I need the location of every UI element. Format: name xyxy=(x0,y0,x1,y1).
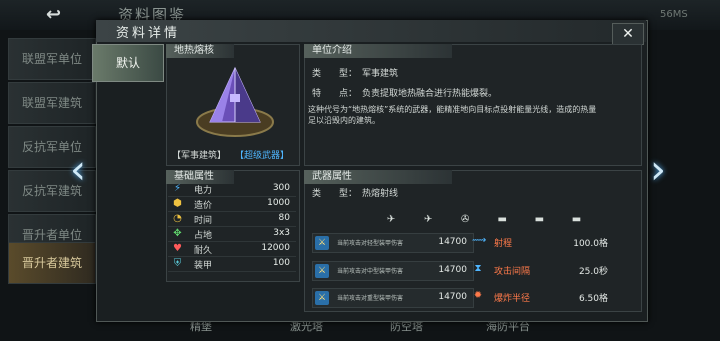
weapon-stat-range: ⟿ 射程 100.0格 xyxy=(472,233,612,251)
stat-row-armor: ⛨ 装甲 100 xyxy=(168,257,296,272)
nav-item-ascended-buildings[interactable]: 晋升者建筑 xyxy=(8,242,96,284)
damage-label: 当前攻击对重型装甲伤害 xyxy=(337,295,404,302)
stat-value: 80 xyxy=(278,213,290,223)
unit-name: 地热熔核 xyxy=(166,44,234,58)
damage-row-heavy: ⚔ 当前攻击对重型装甲伤害 14700 xyxy=(312,288,474,308)
hourglass-icon: ⧗ xyxy=(474,263,482,274)
shield-icon: ⛨ xyxy=(173,258,182,269)
weapon-type-value: 热熔射线 xyxy=(362,189,399,199)
bomber-icon: ✈ xyxy=(423,214,433,225)
feature-label: 特 点： xyxy=(312,89,358,99)
stat-value: 12000 xyxy=(261,243,290,253)
tag-superweapon: 【超级武器】 xyxy=(235,151,290,161)
lightning-icon: ⚡ xyxy=(173,183,182,194)
stat-row-cost: ⬢ 造价 1000 xyxy=(168,197,296,212)
weapon-stat-label: 射程 xyxy=(494,239,513,249)
damage-value: 14700 xyxy=(438,237,467,247)
stat-value: 100 xyxy=(272,258,290,268)
heart-icon: ♥ xyxy=(173,243,182,254)
stat-value: 300 xyxy=(272,183,290,193)
shield-damage-icon: ⚔ xyxy=(315,264,329,278)
stat-row-power: ⚡ 电力 300 xyxy=(168,182,296,197)
back-button[interactable]: ↩ xyxy=(46,4,80,26)
stat-label: 耐久 xyxy=(194,246,213,256)
stat-row-time: ◔ 时间 80 xyxy=(168,212,296,227)
stat-row-footprint: ✥ 占地 3x3 xyxy=(168,227,296,242)
stat-label: 时间 xyxy=(194,216,213,226)
weapon-header: 武器属性 xyxy=(304,170,452,184)
weapon-stat-radius: ✹ 爆炸半径 6.50格 xyxy=(472,288,612,306)
weapon-stat-label: 攻击间隔 xyxy=(494,267,531,277)
stat-value: 1000 xyxy=(267,198,290,208)
shield-damage-icon: ⚔ xyxy=(315,236,329,250)
stat-label: 造价 xyxy=(194,201,213,211)
intro-header: 单位介绍 xyxy=(304,44,452,58)
target-types: ✈ ✈ ✇ ▬ ▬ ▬ xyxy=(380,207,597,226)
unit-portrait xyxy=(196,66,274,137)
stat-label: 电力 xyxy=(194,186,213,196)
nav-item-alliance-units[interactable]: 联盟军单位 xyxy=(8,38,96,80)
tab-default[interactable]: 默认 xyxy=(92,44,164,82)
type-label: 类 型： xyxy=(312,69,358,79)
panel-title: 资料详情 xyxy=(116,26,181,41)
stat-label: 占地 xyxy=(194,231,213,241)
stat-label: 装甲 xyxy=(194,261,213,271)
coin-icon: ⬢ xyxy=(173,198,182,209)
stat-value: 3x3 xyxy=(273,228,290,238)
damage-row-light: ⚔ 当前攻击对轻型装甲伤害 14700 xyxy=(312,233,474,253)
close-button[interactable]: ✕ xyxy=(612,23,644,45)
description-line-1: 这种代号为“地热熔核”系统的武器，能精准地向目标点投射能量光线，造成的热量 xyxy=(308,105,597,114)
helicopter-icon: ✇ xyxy=(460,214,470,225)
grid-icon: ✥ xyxy=(173,228,182,239)
weapon-stat-interval: ⧗ 攻击间隔 25.0秒 xyxy=(472,261,612,279)
weapon-stat-label: 爆炸半径 xyxy=(494,294,531,304)
stat-row-durability: ♥ 耐久 12000 xyxy=(168,242,296,257)
weapon-stat-value: 100.0格 xyxy=(573,239,608,249)
explosion-icon: ✹ xyxy=(473,290,483,301)
ship-icon: ▬ xyxy=(534,214,545,225)
submarine-icon: ▬ xyxy=(571,214,582,225)
description-line-2: 足以沿毁内的建筑。 xyxy=(308,116,380,125)
fighter-jet-icon: ✈ xyxy=(386,214,396,225)
damage-label: 当前攻击对中型装甲伤害 xyxy=(337,268,404,275)
damage-value: 14700 xyxy=(438,265,467,275)
weapon-stat-value: 6.50格 xyxy=(578,294,608,304)
damage-label: 当前攻击对轻型装甲伤害 xyxy=(337,240,404,247)
damage-row-medium: ⚔ 当前攻击对中型装甲伤害 14700 xyxy=(312,261,474,281)
range-icon: ⟿ xyxy=(472,235,487,246)
feature-value: 负责提取地热融合进行热能爆裂。 xyxy=(362,89,498,99)
tank-icon: ▬ xyxy=(497,214,507,225)
clock-icon: ◔ xyxy=(173,213,182,224)
type-value: 军事建筑 xyxy=(362,69,399,79)
ping-indicator: 56MS xyxy=(660,9,688,20)
nav-item-alliance-buildings[interactable]: 联盟军建筑 xyxy=(8,82,96,124)
weapon-stat-value: 25.0秒 xyxy=(578,267,608,277)
damage-value: 14700 xyxy=(438,292,467,302)
tag-military-building: 【军事建筑】 xyxy=(172,151,227,161)
shield-damage-icon: ⚔ xyxy=(315,291,329,305)
weapon-type-label: 类 型： xyxy=(312,189,358,199)
next-arrow-icon[interactable]: › xyxy=(650,150,680,190)
